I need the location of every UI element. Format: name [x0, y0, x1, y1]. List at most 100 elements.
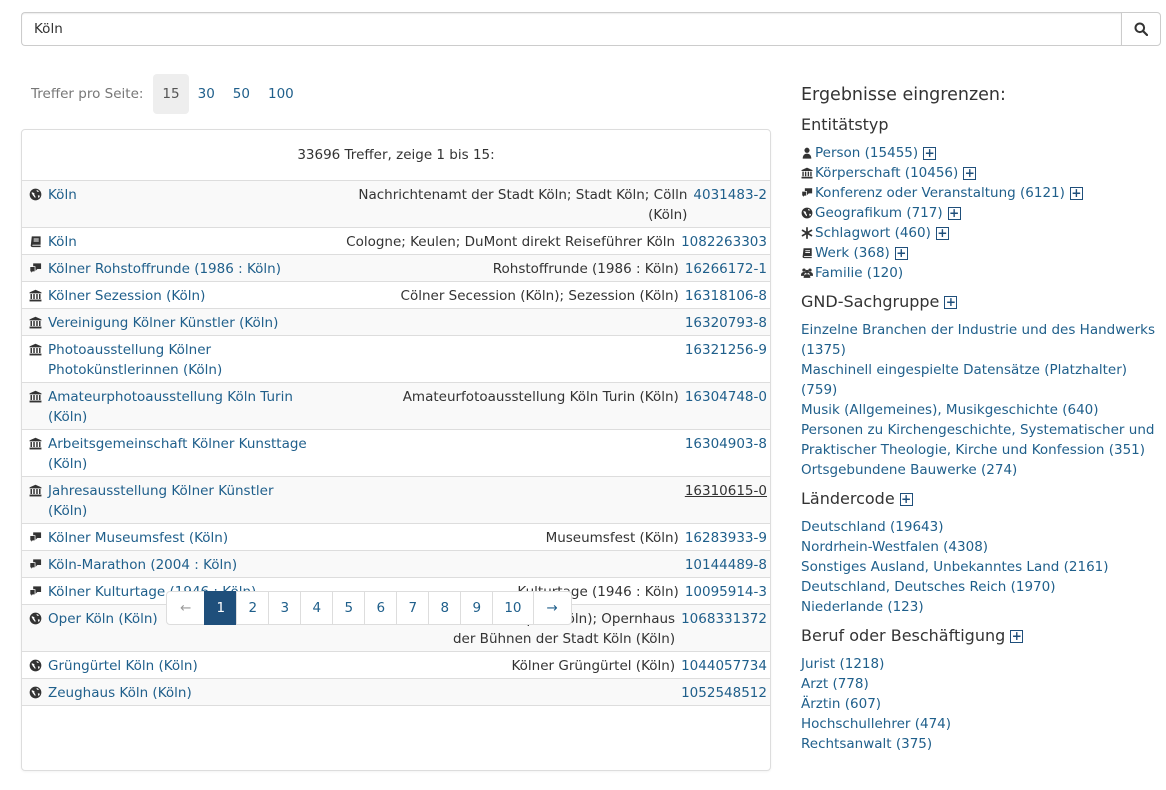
result-gnd-id-link[interactable]: 16318106-8	[679, 286, 770, 306]
facet-link[interactable]: Sonstiges Ausland, Unbekanntes Land (216…	[801, 559, 1109, 575]
facet-link[interactable]: Ortsgebundene Bauwerke (274)	[801, 462, 1017, 478]
institution-icon	[22, 340, 48, 380]
result-name-link[interactable]: Köln	[48, 185, 314, 225]
result-gnd-id-link[interactable]: 1082263303	[675, 232, 770, 252]
pagination-page[interactable]: 6	[364, 591, 398, 625]
institution-icon-glyph	[29, 343, 41, 356]
per-page-option-30[interactable]: 30	[189, 74, 224, 114]
result-gnd-id-link[interactable]: 10144489-8	[679, 555, 770, 575]
search-input[interactable]	[21, 12, 1121, 46]
result-name-link[interactable]: Kölner Rohstoffrunde (1986 : Köln)	[48, 259, 314, 279]
facet-link[interactable]: Schlagwort (460)	[815, 223, 931, 243]
result-name-link[interactable]: Amateurphotoausstellung Köln Turin (Köln…	[48, 387, 314, 427]
add-filter-icon[interactable]: +	[1069, 186, 1083, 200]
facet-link[interactable]: Körperschaft (10456)	[815, 163, 958, 183]
facet-link[interactable]: Jurist (1218)	[801, 656, 884, 672]
facet-link[interactable]: Arzt (778)	[801, 676, 869, 692]
result-alt-names: Museumsfest (Köln)	[545, 530, 679, 546]
result-name-link[interactable]: Zeughaus Köln (Köln)	[48, 683, 314, 703]
facet-link[interactable]: Ärztin (607)	[801, 696, 881, 712]
facet-link[interactable]: Nordrhein-Westfalen (4308)	[801, 539, 988, 555]
search-button[interactable]	[1121, 12, 1161, 46]
pagination-prev[interactable]: ←	[166, 591, 206, 625]
pagination-page[interactable]: 1	[204, 591, 238, 625]
facet-link[interactable]: Personen zu Kirchengeschichte, Systemati…	[801, 422, 1154, 458]
add-filter-icon[interactable]: +	[923, 146, 937, 160]
pagination-page[interactable]: 3	[268, 591, 302, 625]
result-gnd-id-link[interactable]: 1068331372	[675, 609, 770, 649]
results-summary: 33696 Treffer, zeige 1 bis 15:	[22, 130, 770, 181]
result-gnd-id-link[interactable]: 16283933-9	[679, 528, 770, 548]
per-page-option-50[interactable]: 50	[224, 74, 259, 114]
result-name-link[interactable]: Kölner Sezession (Köln)	[48, 286, 314, 306]
result-gnd-id-link[interactable]: 16310615-0	[679, 481, 770, 521]
result-name-link[interactable]: Jahresausstellung Kölner Künstler (Köln)	[48, 481, 314, 521]
expand-profession-icon[interactable]: +	[1010, 629, 1024, 643]
facet-link[interactable]: Maschinell eingespielte Datensätze (Plat…	[801, 362, 1127, 398]
globe-icon	[22, 656, 48, 676]
conference-icon	[22, 582, 48, 602]
add-filter-icon[interactable]: +	[935, 226, 949, 240]
result-alt-names	[314, 683, 675, 703]
result-gnd-id-link[interactable]: 1044057734	[675, 656, 770, 676]
result-name-link[interactable]: Grüngürtel Köln (Köln)	[48, 656, 314, 676]
facet-link[interactable]: Deutschland (19643)	[801, 519, 943, 535]
result-gnd-id-link[interactable]: 16304748-0	[679, 387, 770, 427]
pagination-page[interactable]: 7	[396, 591, 430, 625]
facet-item-gnd: Musik (Allgemeines), Musikgeschichte (64…	[801, 400, 1163, 420]
result-name-link[interactable]: Vereinigung Kölner Künstler (Köln)	[48, 313, 314, 333]
facet-item-entity: Person (15455) +	[801, 143, 1163, 163]
person-icon	[801, 147, 815, 159]
result-name-link[interactable]: Arbeitsgemeinschaft Kölner Kunsttage (Kö…	[48, 434, 314, 474]
pagination: ← 1 2 3 4 5 6 7 8 9 10 →	[166, 591, 572, 625]
result-gnd-id-link[interactable]: 16304903-8	[679, 434, 770, 474]
facet-list-gnd: Einzelne Branchen der Industrie und des …	[801, 320, 1163, 480]
result-gnd-id-link[interactable]: 1052548512	[675, 683, 770, 703]
facet-item-country: Deutschland, Deutsches Reich (1970)	[801, 577, 1163, 597]
result-name-link[interactable]: Photoausstellung Kölner Photokünstlerinn…	[48, 340, 314, 380]
result-alt-names: Rohstoffrunde (1986 : Köln)	[492, 261, 679, 277]
per-page-option-15[interactable]: 15	[153, 74, 189, 114]
globe-icon	[22, 683, 48, 703]
facet-link[interactable]: Einzelne Branchen der Industrie und des …	[801, 322, 1155, 358]
facet-link[interactable]: Werk (368)	[815, 243, 890, 263]
result-name-link[interactable]: Köln	[48, 232, 314, 252]
per-page-option-100[interactable]: 100	[259, 74, 303, 114]
result-gnd-id-link[interactable]: 16266172-1	[679, 259, 770, 279]
facet-link[interactable]: Konferenz oder Veranstaltung (6121)	[815, 183, 1065, 203]
expand-gnd-icon[interactable]: +	[944, 295, 958, 309]
search-icon	[1134, 22, 1148, 36]
pagination-page[interactable]: 8	[428, 591, 462, 625]
result-gnd-id-link[interactable]: 16320793-8	[679, 313, 770, 333]
facet-item-profession: Hochschullehrer (474)	[801, 714, 1163, 734]
facet-item-profession: Arzt (778)	[801, 674, 1163, 694]
add-filter-icon[interactable]: +	[947, 206, 961, 220]
facet-link[interactable]: Hochschullehrer (474)	[801, 716, 951, 732]
facet-link[interactable]: Geografikum (717)	[815, 203, 943, 223]
facet-link[interactable]: Rechtsanwalt (375)	[801, 736, 932, 752]
result-row: Köln-Marathon (2004 : Köln) 10144489-8	[22, 551, 770, 578]
facet-link[interactable]: Person (15455)	[815, 143, 918, 163]
add-filter-icon[interactable]: +	[894, 246, 908, 260]
facet-item-country: Niederlande (123)	[801, 597, 1163, 617]
add-filter-icon[interactable]: +	[963, 166, 977, 180]
pagination-page[interactable]: 4	[300, 591, 334, 625]
globe-icon	[801, 207, 815, 219]
facet-item-country: Nordrhein-Westfalen (4308)	[801, 537, 1163, 557]
result-row: Köln Cologne; Keulen; DuMont direkt Reise…	[22, 228, 770, 255]
facet-link[interactable]: Deutschland, Deutsches Reich (1970)	[801, 579, 1055, 595]
pagination-page[interactable]: 9	[460, 591, 494, 625]
expand-country-icon[interactable]: +	[899, 492, 913, 506]
result-gnd-id-link[interactable]: 16321256-9	[679, 340, 770, 380]
result-gnd-id-link[interactable]: 10095914-3	[679, 582, 770, 602]
pagination-next[interactable]: →	[532, 591, 572, 625]
facet-link[interactable]: Familie (120)	[815, 263, 903, 283]
result-gnd-id-link[interactable]: 4031483-2	[687, 185, 770, 225]
facet-link[interactable]: Niederlande (123)	[801, 599, 924, 615]
result-name-link[interactable]: Kölner Museumsfest (Köln)	[48, 528, 314, 548]
result-name-link[interactable]: Köln-Marathon (2004 : Köln)	[48, 555, 314, 575]
pagination-page[interactable]: 10	[492, 591, 534, 625]
pagination-page[interactable]: 5	[332, 591, 366, 625]
facet-link[interactable]: Musik (Allgemeines), Musikgeschichte (64…	[801, 402, 1099, 418]
pagination-page[interactable]: 2	[236, 591, 270, 625]
